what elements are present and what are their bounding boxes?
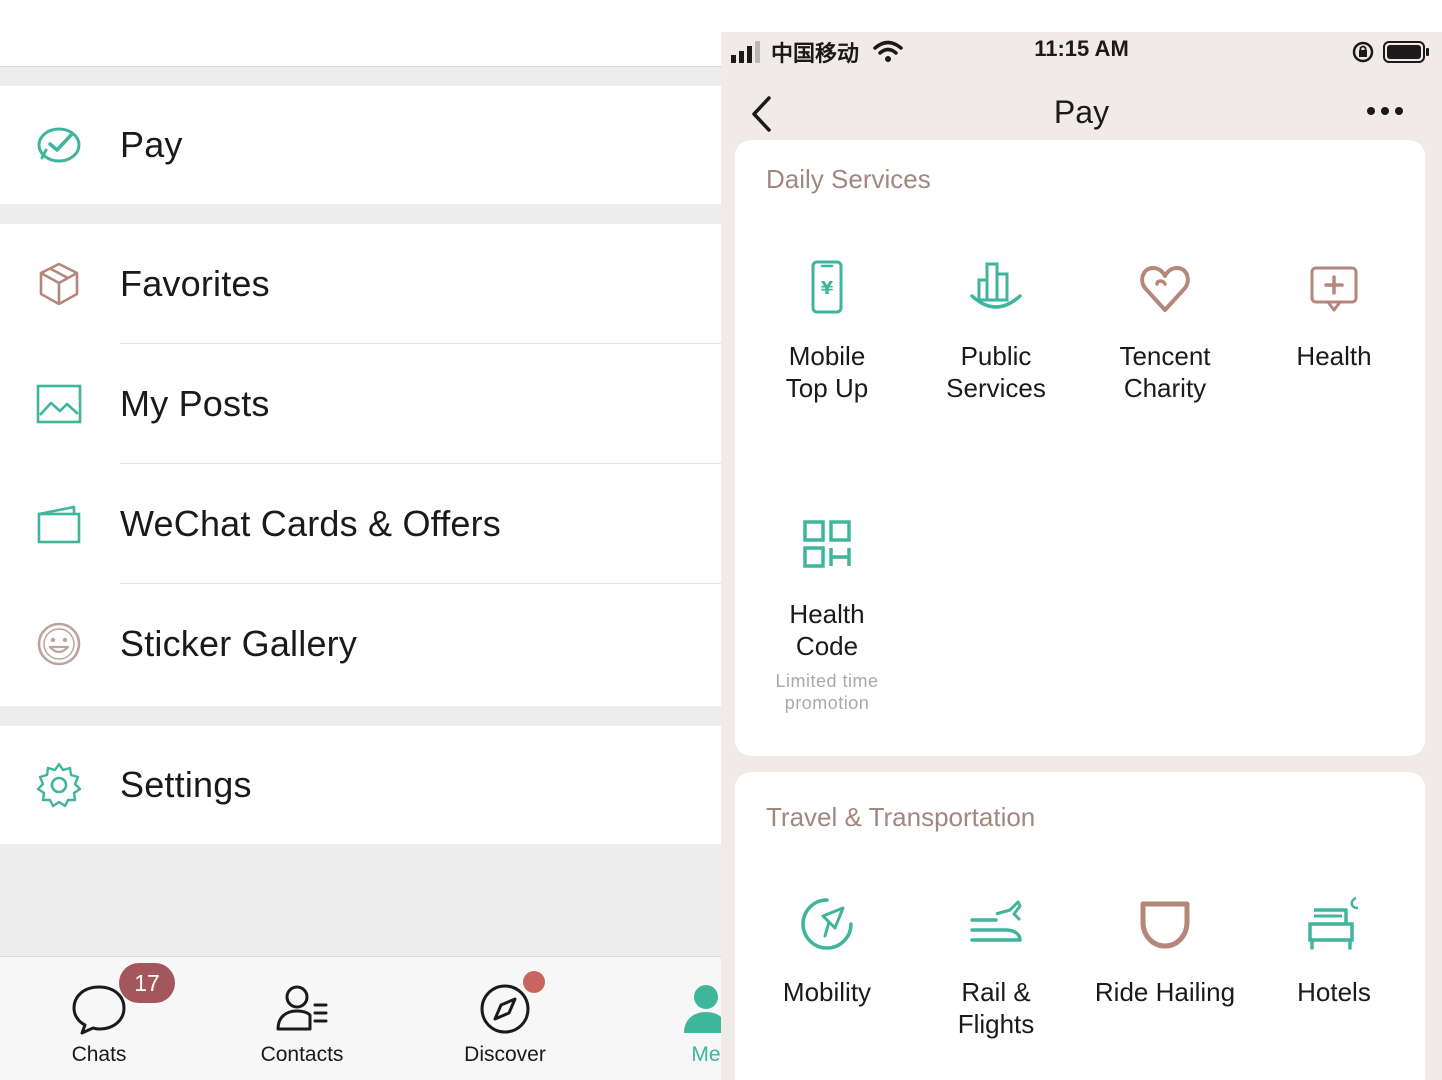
public-services-icon [970,262,1022,309]
service-label: Health Code [789,599,865,661]
pay-icon [37,127,81,163]
tab-label-chats: Chats [71,1043,127,1066]
smiley-icon [37,622,81,666]
collections-group: Favorites My Posts WeChat Cards & Offers [0,224,721,706]
tab-chats[interactable]: 17 Chats [19,957,179,1080]
unread-badge: 17 [119,963,175,1003]
menu-item-sticker-gallery[interactable]: Sticker Gallery [0,584,721,704]
section-title-daily: Daily Services [766,164,931,194]
travel-transportation-card: Travel & Transportation Mobility Rail & … [735,772,1425,1080]
mobility-icon [801,898,853,950]
wechat-me-screen: Pay Favorites My Posts WeChat Cards & Of… [0,0,721,1080]
section-title-travel: Travel & Transportation [766,802,1036,832]
menu-label-cards-offers: WeChat Cards & Offers [120,503,502,544]
service-label: Hotels [1297,977,1371,1007]
charity-icon [1140,266,1190,312]
more-options-icon[interactable] [1365,104,1405,118]
service-label: Ride Hailing [1094,977,1236,1007]
orientation-lock-icon [1352,41,1374,63]
menu-label-settings: Settings [120,764,252,805]
menu-item-favorites[interactable]: Favorites [0,224,721,344]
health-code-icon [803,520,851,568]
service-health[interactable]: Health [1249,258,1419,372]
status-bar: 中国移动 11:15 AM [721,32,1442,72]
pay-services-screen: 中国移动 11:15 AM Pay Daily Services ¥ Mobil… [721,0,1442,1080]
service-label: Health [1296,341,1372,371]
service-mobility[interactable]: Mobility [742,894,912,1008]
menu-label-pay: Pay [120,124,183,165]
service-label: Mobile Top Up [785,341,869,403]
mobile-topup-icon: ¥ [811,260,843,314]
service-label: Public Services [946,341,1046,403]
service-hotels[interactable]: Hotels [1249,894,1419,1008]
settings-group: Settings [0,726,721,844]
tab-me[interactable]: Me [626,957,721,1080]
tab-label-me: Me [691,1043,721,1066]
top-strip [0,0,721,67]
person-icon [684,985,721,1033]
service-label: Mobility [782,977,872,1007]
gear-icon [36,762,82,808]
service-ride-hailing[interactable]: Ride Hailing [1080,894,1250,1008]
service-label: Tencent Charity [1119,341,1211,403]
promotion-note: Limited time promotion [775,671,879,713]
svg-text:¥: ¥ [821,278,834,299]
rail-flights-icon [970,900,1022,942]
menu-label-favorites: Favorites [120,263,270,304]
menu-label-my-posts: My Posts [120,383,270,424]
tab-contacts[interactable]: Contacts [222,957,382,1080]
menu-label-sticker-gallery: Sticker Gallery [120,623,358,664]
service-mobile-top-up[interactable]: ¥ Mobile Top Up [742,258,912,404]
menu-item-my-posts[interactable]: My Posts [0,344,721,464]
tab-label-discover: Discover [464,1043,546,1066]
notification-dot [523,971,545,993]
hotels-icon [1308,896,1359,950]
menu-item-settings[interactable]: Settings [0,726,721,844]
page-title: Pay [1053,94,1110,130]
pay-group: Pay [0,86,721,204]
battery-icon [1383,41,1429,63]
contacts-icon [276,985,328,1031]
card-wallet-icon [37,505,81,544]
service-health-code[interactable]: Health Code Limited time promotion [742,516,912,714]
ride-hailing-icon [1140,901,1190,949]
health-icon [1310,266,1358,312]
service-rail-flights[interactable]: Rail & Flights [911,894,1081,1040]
image-icon [36,384,82,424]
tab-label-contacts: Contacts [260,1043,344,1066]
service-public-services[interactable]: Public Services [911,258,1081,404]
daily-services-card: Daily Services ¥ Mobile Top Up Public Se… [735,140,1425,756]
cube-icon [39,262,79,306]
bottom-tab-bar: 17 Chats Contacts Discover Me [0,956,721,1080]
service-label: Rail & Flights [957,977,1035,1039]
tab-discover[interactable]: Discover [425,957,585,1080]
service-tencent-charity[interactable]: Tencent Charity [1080,258,1250,404]
menu-item-cards-offers[interactable]: WeChat Cards & Offers [0,464,721,584]
status-time: 11:15 AM [1034,36,1129,61]
menu-item-pay[interactable]: Pay [0,86,721,204]
